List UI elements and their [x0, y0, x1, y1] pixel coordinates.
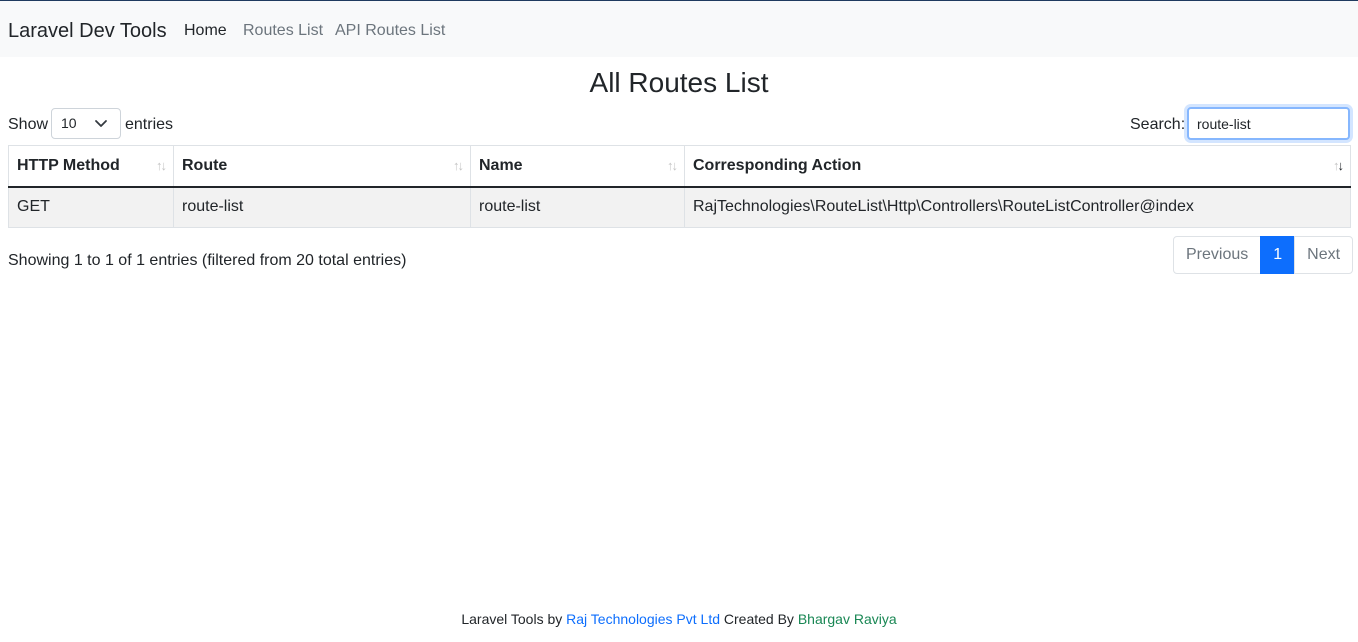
entries-select-value: 10	[61, 115, 77, 131]
author-link[interactable]: Bhargav Raviya	[798, 611, 897, 627]
sort-icon: ↑↓	[156, 158, 167, 173]
footer: Laravel Tools by Raj Technologies Pvt Lt…	[0, 610, 1358, 628]
search-label: Search:	[1130, 116, 1186, 133]
table-row: GET route-list route-list RajTechnologie…	[8, 186, 1351, 228]
pagination: Previous 1 Next	[1173, 236, 1354, 274]
page-title: All Routes List	[589, 67, 769, 98]
nav-api-routes-list[interactable]: API Routes List	[335, 21, 445, 41]
page-1-button[interactable]: 1	[1260, 236, 1296, 274]
cell-http-method: GET	[8, 186, 174, 228]
navbar: Laravel Dev Tools Home Routes List API R…	[0, 1, 1358, 57]
next-button[interactable]: Next	[1294, 236, 1354, 274]
column-header-http-method[interactable]: HTTP Method ↑↓	[8, 145, 174, 188]
routes-table: HTTP Method ↑↓ Route ↑↓ Name ↑↓ Correspo…	[8, 145, 1351, 228]
column-header-name[interactable]: Name ↑↓	[470, 145, 685, 188]
cell-route: route-list	[173, 186, 471, 228]
nav-home[interactable]: Home	[184, 21, 227, 41]
column-header-corresponding-action[interactable]: Corresponding Action ↑↓	[684, 145, 1351, 188]
column-header-label: HTTP Method	[17, 156, 120, 174]
previous-button[interactable]: Previous	[1173, 236, 1262, 274]
nav-routes-list[interactable]: Routes List	[243, 21, 323, 41]
column-header-label: Name	[479, 156, 523, 174]
table-header-row: HTTP Method ↑↓ Route ↑↓ Name ↑↓ Correspo…	[8, 145, 1351, 188]
company-link[interactable]: Raj Technologies Pvt Ltd	[566, 611, 720, 627]
sort-icon: ↑↓	[453, 158, 464, 173]
footer-middle: Created By	[723, 611, 794, 627]
table-info: Showing 1 to 1 of 1 entries (filtered fr…	[8, 252, 407, 269]
column-header-label: Route	[182, 156, 228, 174]
show-label: Show	[8, 116, 49, 133]
entries-select[interactable]: 10	[51, 108, 121, 139]
entries-label: entries	[125, 116, 174, 133]
chevron-down-icon	[95, 120, 107, 127]
search-input[interactable]	[1187, 107, 1350, 140]
sort-desc-icon: ↑↓	[1333, 158, 1344, 173]
brand-link[interactable]: Laravel Dev Tools	[8, 19, 167, 43]
sort-icon: ↑↓	[667, 158, 678, 173]
column-header-label: Corresponding Action	[693, 156, 862, 174]
column-header-route[interactable]: Route ↑↓	[173, 145, 471, 188]
footer-prefix: Laravel Tools by	[461, 611, 563, 627]
cell-name: route-list	[470, 186, 685, 228]
cell-action: RajTechnologies\RouteList\Http\Controlle…	[684, 186, 1351, 228]
